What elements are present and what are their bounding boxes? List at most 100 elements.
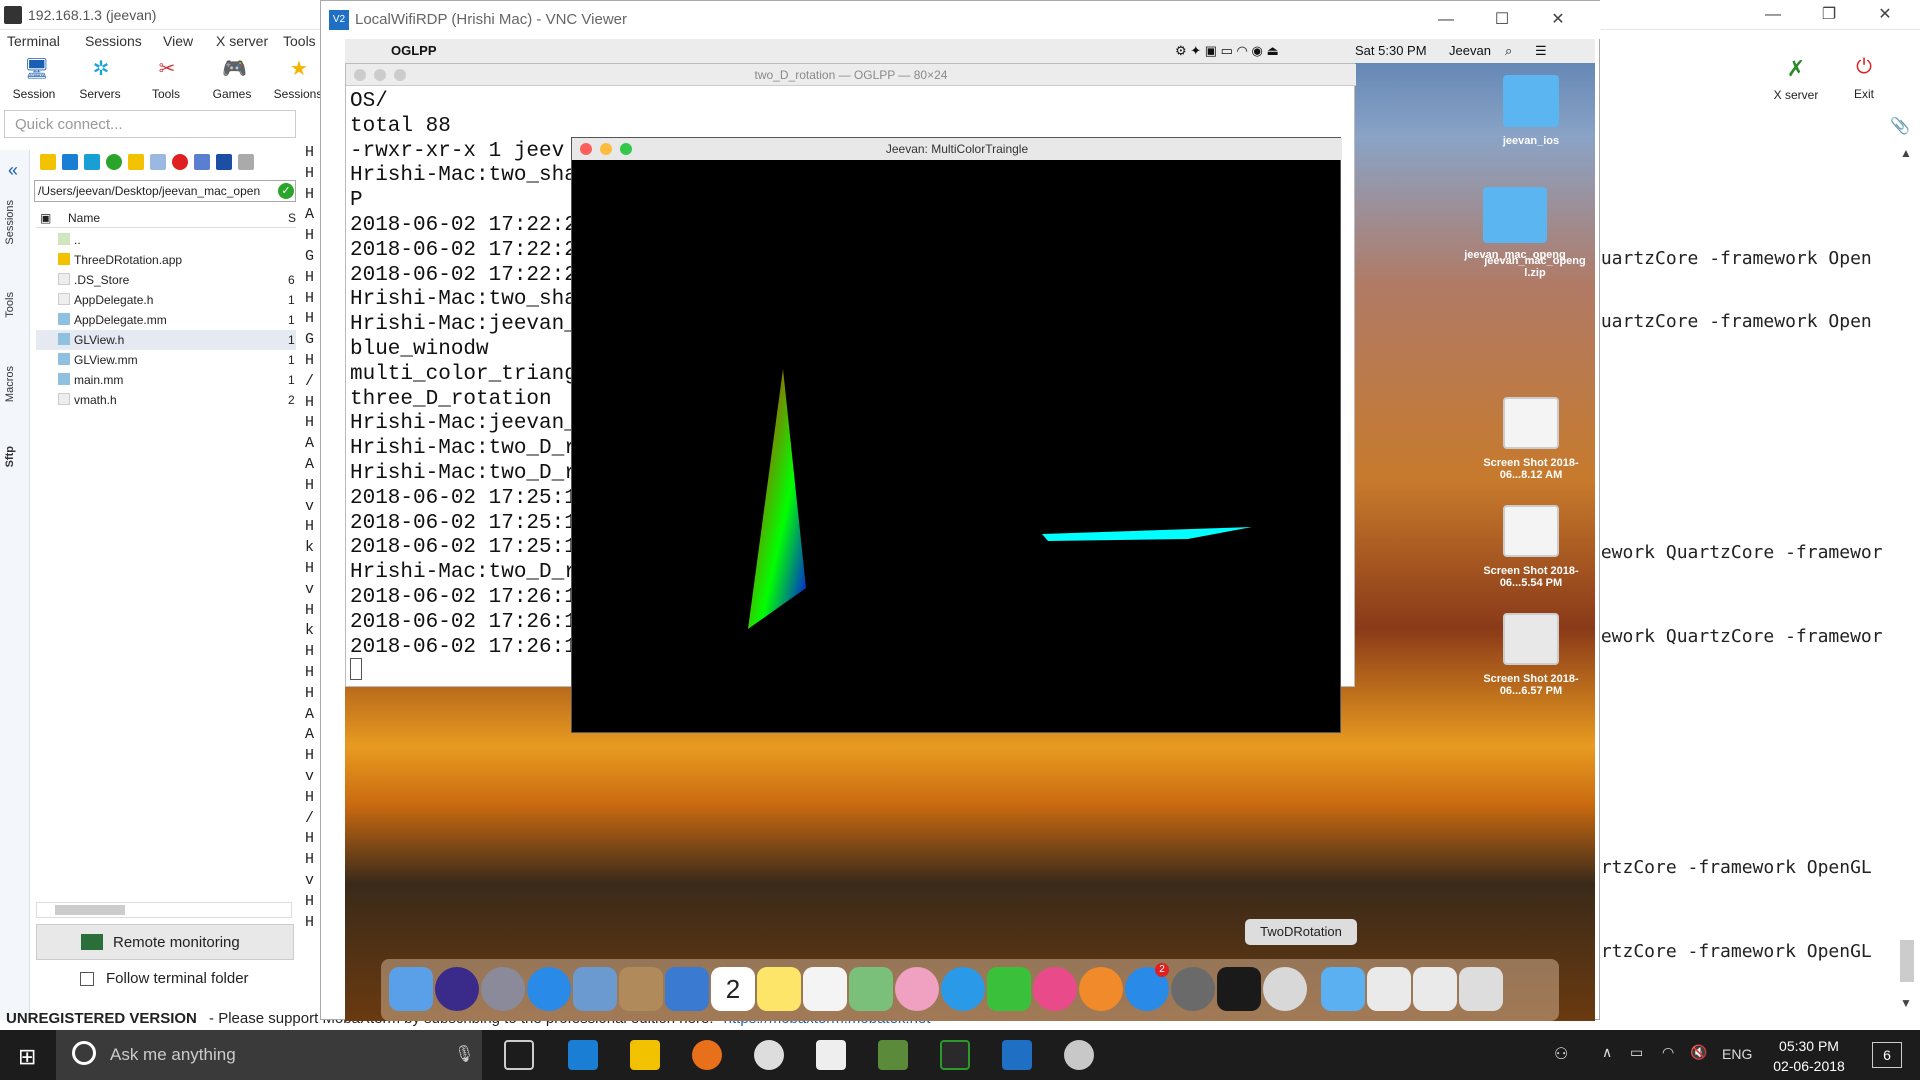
file-row[interactable]: .. <box>36 230 296 250</box>
desktop-screenshot[interactable]: Screen Shot 2018-06...6.57 PM <box>1471 613 1591 697</box>
slack-icon[interactable] <box>816 1040 846 1070</box>
media-icon[interactable] <box>754 1040 784 1070</box>
system-preferences-icon[interactable] <box>1171 967 1215 1011</box>
menu-terminal[interactable]: Terminal <box>7 33 60 49</box>
task-view-icon[interactable] <box>504 1040 534 1070</box>
upload-icon[interactable] <box>84 154 100 170</box>
notification-center-icon[interactable]: ☰ <box>1535 43 1547 59</box>
desktop-zip[interactable]: jeevan_mac_openg l.zip <box>1475 249 1595 279</box>
vertical-scrollbar-thumb[interactable] <box>1900 940 1914 982</box>
mac-app-name[interactable]: OGLPP <box>391 43 437 58</box>
mac-clock[interactable]: Sat 5:30 PM <box>1355 43 1427 58</box>
vnc-minimize-button[interactable]: — <box>1423 5 1469 35</box>
refresh-icon[interactable] <box>106 154 122 170</box>
desktop-folder[interactable]: jeevan_ios <box>1471 75 1591 147</box>
people-icon[interactable]: ⚇ <box>1554 1044 1568 1064</box>
follow-folder-checkbox[interactable] <box>80 972 94 986</box>
language-indicator[interactable]: ENG <box>1722 1046 1752 1062</box>
action-center-icon[interactable]: 6 <box>1872 1042 1902 1068</box>
spotlight-icon[interactable]: ⌕ <box>1505 43 1512 59</box>
firefox-icon[interactable] <box>692 1040 722 1070</box>
xcode-icon[interactable] <box>665 967 709 1011</box>
file-row[interactable]: ThreeDRotation.app <box>36 250 296 270</box>
safari-icon[interactable] <box>527 967 571 1011</box>
download-icon[interactable] <box>62 154 78 170</box>
ibooks-icon[interactable] <box>1079 967 1123 1011</box>
mobaxterm-taskbar-icon[interactable] <box>940 1040 970 1070</box>
paint-palette-icon[interactable] <box>1064 1040 1094 1070</box>
status-icons[interactable]: ⚙ ✦ ▣ ▭ ◠ ◉ ⏏ <box>1175 43 1279 59</box>
collapse-icon[interactable]: « <box>8 160 18 181</box>
session-button[interactable]: 🖥 Session <box>2 54 66 106</box>
paint-icon[interactable] <box>878 1040 908 1070</box>
facetime-icon[interactable] <box>987 967 1031 1011</box>
tray-chevron-icon[interactable]: ∧ <box>1602 1044 1612 1061</box>
gl-window[interactable]: Jeevan: MultiColorTraingle <box>571 137 1342 733</box>
servers-button[interactable]: ✲ Servers <box>68 54 132 106</box>
scroll-down-icon[interactable]: ▼ <box>1900 996 1912 1010</box>
file-row[interactable]: AppDelegate.mm 1 <box>36 310 296 330</box>
new-file-icon[interactable] <box>150 154 166 170</box>
sftp-path-input[interactable]: /Users/jeevan/Desktop/jeevan_mac_open <box>34 180 296 202</box>
new-folder-icon[interactable] <box>128 154 144 170</box>
desktop-screenshot[interactable]: Screen Shot 2018-06...8.12 AM <box>1471 397 1591 481</box>
launchpad-icon[interactable] <box>481 967 525 1011</box>
itunes-icon[interactable] <box>1033 967 1077 1011</box>
tools-button[interactable]: ✂ Tools <box>134 54 198 106</box>
vnc-maximize-button[interactable]: ☐ <box>1479 5 1525 35</box>
app-store-icon[interactable]: 2 <box>1125 963 1169 1011</box>
quick-connect-input[interactable]: Quick connect... <box>4 110 296 138</box>
sftp-horizontal-scrollbar[interactable] <box>36 902 292 918</box>
desktop-screenshot[interactable]: Screen Shot 2018-06...5.54 PM <box>1471 505 1591 589</box>
tab-macros[interactable]: Macros <box>4 366 16 402</box>
maps-icon[interactable] <box>849 967 893 1011</box>
file-row[interactable]: GLView.mm 1 <box>36 350 296 370</box>
tab-sessions[interactable]: Sessions <box>4 200 16 245</box>
rename-icon[interactable] <box>194 154 210 170</box>
notes-icon[interactable] <box>757 967 801 1011</box>
menu-sessions[interactable]: Sessions <box>85 33 142 49</box>
reminders-icon[interactable] <box>803 967 847 1011</box>
finder-icon[interactable] <box>389 967 433 1011</box>
file-row[interactable]: main.mm 1 <box>36 370 296 390</box>
menu-x-server[interactable]: X server <box>216 33 268 49</box>
file-row[interactable]: AppDelegate.h 1 <box>36 290 296 310</box>
minimize-button[interactable]: — <box>1750 0 1796 30</box>
photos-icon[interactable] <box>895 967 939 1011</box>
edit-icon[interactable] <box>238 154 254 170</box>
maximize-button[interactable]: ❐ <box>1806 0 1852 30</box>
stack-icon[interactable] <box>1367 967 1411 1011</box>
vnc-taskbar-icon[interactable] <box>1002 1040 1032 1070</box>
trash-icon[interactable] <box>1459 967 1503 1011</box>
path-ok-icon[interactable]: ✓ <box>278 183 294 199</box>
mail-icon[interactable] <box>573 967 617 1011</box>
edge-icon[interactable] <box>568 1040 598 1070</box>
properties-icon[interactable] <box>216 154 232 170</box>
file-row[interactable]: GLView.h 1 <box>36 330 296 350</box>
wifi-icon[interactable]: ◠ <box>1662 1044 1674 1061</box>
size-column-header[interactable]: S <box>288 211 296 225</box>
file-explorer-icon[interactable] <box>630 1040 660 1070</box>
tab-sftp[interactable]: Sftp <box>4 446 16 467</box>
close-button[interactable]: ✕ <box>1862 0 1908 30</box>
remote-monitoring-button[interactable]: Remote monitoring <box>36 924 294 960</box>
messages-icon[interactable] <box>941 967 985 1011</box>
tab-tools[interactable]: Tools <box>4 292 16 318</box>
file-row[interactable]: .DS_Store 6 <box>36 270 296 290</box>
x-server-button[interactable]: ✗ X server <box>1768 56 1824 102</box>
scrollbar-thumb[interactable] <box>55 905 125 915</box>
file-row[interactable]: vmath.h 2 <box>36 390 296 410</box>
scroll-up-icon[interactable]: ▲ <box>1900 146 1912 160</box>
taskbar-clock[interactable]: 05:30 PM 02-06-2018 <box>1764 1036 1854 1076</box>
terminal-app-icon[interactable] <box>1217 967 1261 1011</box>
exit-button[interactable]: ⏻ Exit <box>1836 56 1892 101</box>
name-column-header[interactable]: Name <box>68 211 100 225</box>
microphone-icon[interactable]: 🎙 <box>454 1044 474 1064</box>
windows-start-icon[interactable]: ⊞ <box>18 1044 36 1070</box>
folder-up-icon[interactable] <box>40 154 56 170</box>
taskbar-search[interactable]: Ask me anything 🎙 <box>56 1030 482 1080</box>
paperclip-icon[interactable]: 📎 <box>1890 116 1910 136</box>
menu-view[interactable]: View <box>163 33 193 49</box>
battery-icon[interactable]: ▭ <box>1630 1044 1643 1061</box>
vnc-close-button[interactable]: ✕ <box>1535 5 1581 35</box>
